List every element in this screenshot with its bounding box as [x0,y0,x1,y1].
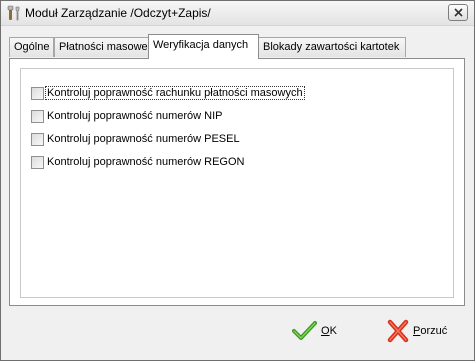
ok-button-label: OK [321,325,337,337]
tab-blokady-zawartosci-kartotek[interactable]: Blokady zawartości kartotek [258,37,406,57]
checkbox-pesel[interactable] [31,133,44,146]
option-label[interactable]: Kontroluj poprawność numerów PESEL [47,133,240,145]
checkbox-nip[interactable] [31,110,44,123]
checkmark-icon [292,321,317,340]
option-label[interactable]: Kontroluj poprawność numerów NIP [47,110,222,122]
checkbox-regon[interactable] [31,156,44,169]
tab-platnosci-masowe[interactable]: Płatności masowe [54,37,150,57]
tab-ogolne[interactable]: Ogólne [9,37,54,57]
tab-panel-weryfikacja: Kontroluj poprawność rachunku płatności … [9,58,465,306]
close-icon [454,8,463,17]
option-label[interactable]: Kontroluj poprawność numerów REGON [47,156,244,168]
cancel-button-label: Porzuć [413,325,448,337]
checkbox-rachunek[interactable] [31,87,44,100]
option-label[interactable]: Kontroluj poprawność rachunku płatności … [45,86,305,100]
red-x-icon [387,319,409,343]
window-title: Moduł Zarządzanie /Odczyt+Zapis/ [25,6,211,20]
ok-button[interactable]: OK [292,319,352,343]
tab-strip: Ogólne Płatności masowe Blokady zawartoś… [9,34,469,59]
verification-options-group: Kontroluj poprawność rachunku płatności … [20,68,454,298]
tab-weryfikacja-danych[interactable]: Weryfikacja danych [148,34,259,59]
dialog-window: Moduł Zarządzanie /Odczyt+Zapis/ Ogólne … [0,0,475,361]
wrench-tools-icon[interactable] [6,5,22,21]
close-button[interactable] [448,4,468,21]
cancel-button[interactable]: Porzuć [386,319,456,343]
title-bar[interactable]: Moduł Zarządzanie /Odczyt+Zapis/ [1,1,474,26]
